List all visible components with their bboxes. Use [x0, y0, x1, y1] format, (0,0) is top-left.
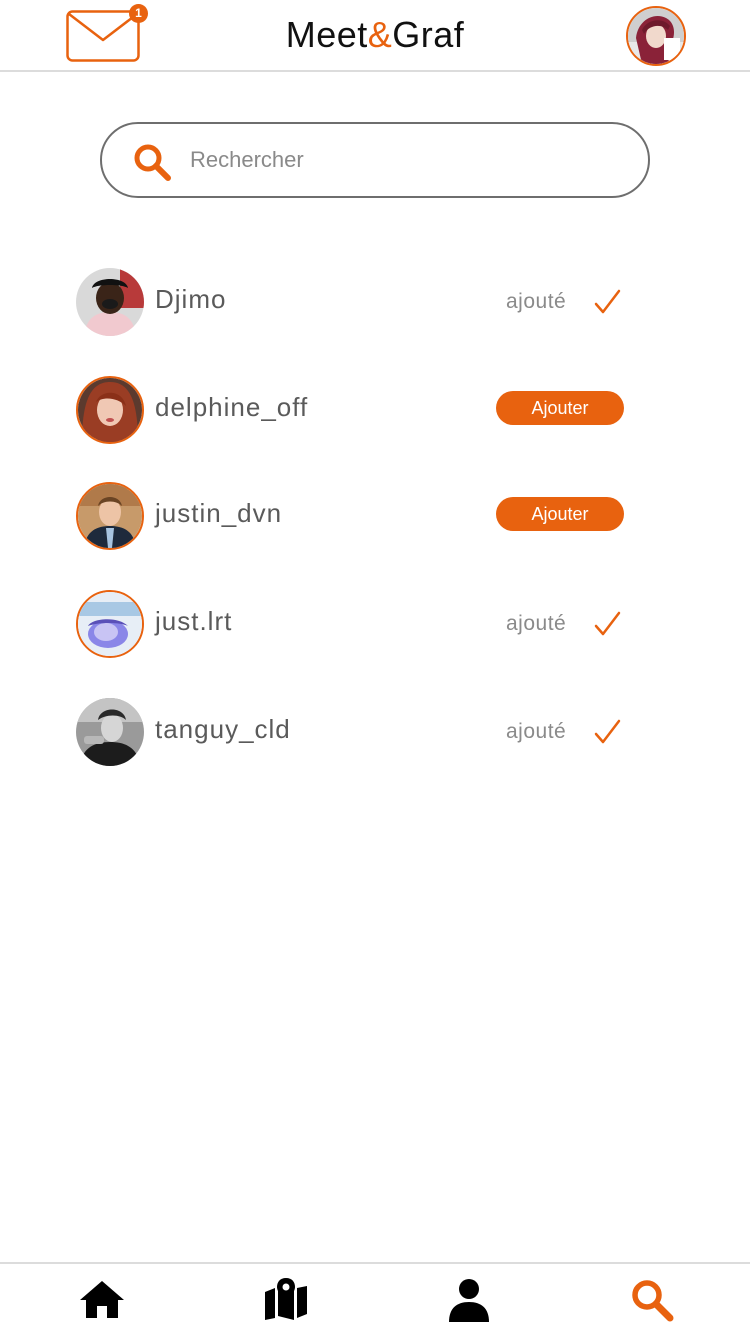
username[interactable]: justin_dvn — [155, 498, 282, 529]
avatar-photo — [76, 268, 144, 336]
avatar[interactable] — [76, 268, 144, 336]
nav-profile[interactable] — [444, 1278, 494, 1324]
map-icon — [265, 1278, 307, 1320]
nav-home[interactable] — [77, 1278, 127, 1324]
search-bar[interactable] — [100, 122, 650, 198]
username[interactable]: tanguy_cld — [155, 714, 291, 745]
avatar[interactable] — [76, 590, 144, 658]
check-icon — [594, 611, 621, 636]
search-icon — [134, 144, 171, 181]
bottom-navigation — [0, 1262, 750, 1334]
username[interactable]: Djimo — [155, 284, 226, 315]
logo-text-graf: Graf — [392, 14, 465, 55]
add-friend-button[interactable]: Ajouter — [496, 497, 624, 531]
check-icon — [594, 289, 621, 314]
added-label: ajouté — [506, 612, 567, 635]
user-icon — [449, 1279, 489, 1322]
check-icon — [594, 719, 621, 744]
avatar[interactable] — [76, 482, 144, 550]
avatar-photo — [628, 8, 684, 64]
profile-avatar[interactable] — [626, 6, 686, 66]
added-label: ajouté — [506, 720, 567, 743]
avatar-photo — [78, 484, 142, 548]
search-icon — [632, 1280, 674, 1322]
avatar-photo — [78, 378, 142, 442]
avatar[interactable] — [76, 376, 144, 444]
search-input[interactable] — [190, 138, 620, 182]
add-friend-button[interactable]: Ajouter — [496, 391, 624, 425]
user-row-tanguy[interactable]: tanguy_cld ajouté — [0, 698, 750, 768]
user-row-djimo[interactable]: Djimo ajouté — [0, 268, 750, 338]
avatar[interactable] — [76, 698, 144, 766]
user-row-justin[interactable]: justin_dvn Ajouter — [0, 482, 750, 552]
avatar-photo — [78, 592, 142, 656]
added-label: ajouté — [506, 290, 567, 313]
logo-text-meet: Meet — [285, 14, 368, 55]
username[interactable]: delphine_off — [155, 392, 308, 423]
nav-search[interactable] — [627, 1278, 677, 1324]
user-row-delphine[interactable]: delphine_off Ajouter — [0, 376, 750, 446]
username[interactable]: just.lrt — [155, 606, 232, 637]
nav-map[interactable] — [261, 1278, 311, 1324]
user-row-just-lrt[interactable]: just.lrt ajouté — [0, 590, 750, 660]
avatar-photo — [76, 698, 144, 766]
home-icon — [80, 1281, 124, 1318]
top-bar: 1 Meet&Graf — [0, 0, 750, 72]
logo-ampersand: & — [367, 14, 393, 55]
